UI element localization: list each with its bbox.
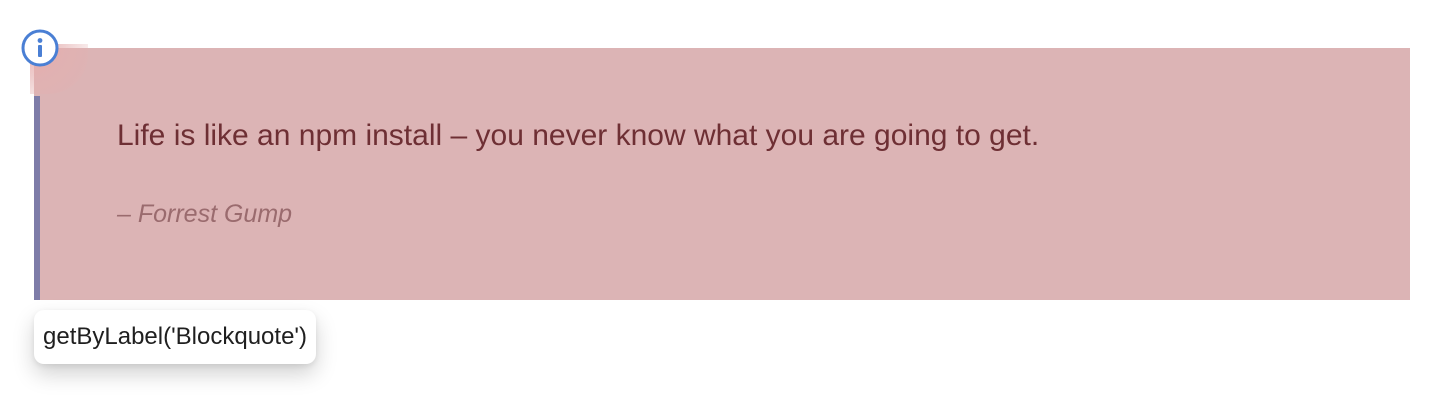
blockquote[interactable]: Life is like an npm install – you never … [30, 44, 1410, 300]
quote-text: Life is like an npm install – you never … [117, 119, 1040, 152]
info-icon[interactable] [20, 28, 60, 68]
quote-citation: – Forrest Gump [117, 200, 293, 228]
locator-tooltip: getByLabel('Blockquote') [34, 310, 316, 364]
blockquote-accent-bar [34, 96, 40, 300]
info-icon-graphic [21, 29, 59, 67]
locator-text: getByLabel('Blockquote') [43, 323, 307, 350]
page-canvas: Life is like an npm install – you never … [0, 0, 1448, 406]
